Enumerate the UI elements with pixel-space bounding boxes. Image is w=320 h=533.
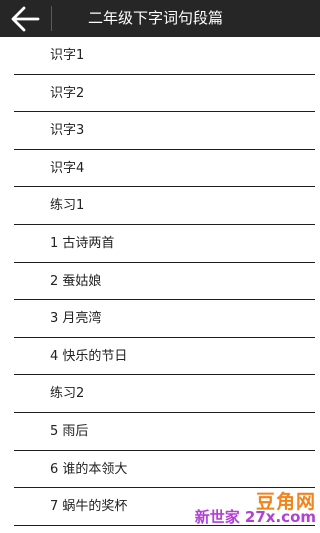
app-screen: 二年级下字词句段篇 识字1 识字2 识字3 识字4 练习1 1 古诗两首 2 蚕… bbox=[0, 0, 320, 533]
lesson-label: 练习1 bbox=[50, 198, 85, 214]
lesson-label: 4 快乐的节日 bbox=[50, 348, 128, 364]
lesson-item-shizi-2[interactable]: 识字2 bbox=[14, 75, 315, 113]
lesson-item-2[interactable]: 2 蚕姑娘 bbox=[14, 263, 315, 301]
lesson-item-4[interactable]: 4 快乐的节日 bbox=[14, 338, 315, 376]
lesson-item-3[interactable]: 3 月亮湾 bbox=[14, 300, 315, 338]
lesson-item-lianxi-2[interactable]: 练习2 bbox=[14, 375, 315, 413]
lesson-label: 6 谁的本领大 bbox=[50, 461, 128, 477]
lesson-label: 识字1 bbox=[50, 48, 85, 63]
lesson-label: 1 古诗两首 bbox=[50, 235, 115, 251]
lesson-label: 识字3 bbox=[50, 123, 85, 139]
header-divider bbox=[51, 6, 52, 31]
lesson-item-shizi-1[interactable]: 识字1 bbox=[14, 37, 315, 75]
lesson-item-5[interactable]: 5 雨后 bbox=[14, 413, 315, 451]
site-watermark: 豆角网 新世家 27x.com bbox=[156, 487, 316, 527]
lesson-label: 7 蜗牛的奖杯 bbox=[50, 499, 128, 515]
back-button[interactable] bbox=[6, 3, 44, 35]
page-title: 二年级下字词句段篇 bbox=[88, 9, 224, 27]
lesson-label: 练习2 bbox=[50, 386, 85, 402]
lesson-label: 识字2 bbox=[50, 85, 85, 101]
lesson-label: 识字4 bbox=[50, 160, 85, 176]
watermark-site: 新世家 27x.com bbox=[194, 508, 316, 526]
lesson-label: 2 蚕姑娘 bbox=[50, 273, 102, 289]
lesson-list: 识字1 识字2 识字3 识字4 练习1 1 古诗两首 2 蚕姑娘 3 月亮湾 4… bbox=[0, 37, 320, 526]
header-bar: 二年级下字词句段篇 bbox=[0, 0, 320, 37]
lesson-label: 5 雨后 bbox=[50, 423, 89, 439]
lesson-item-lianxi-1[interactable]: 练习1 bbox=[14, 187, 315, 225]
lesson-label: 3 月亮湾 bbox=[50, 311, 102, 327]
lesson-item-shizi-3[interactable]: 识字3 bbox=[14, 112, 315, 150]
lesson-item-shizi-4[interactable]: 识字4 bbox=[14, 150, 315, 188]
lesson-item-6[interactable]: 6 谁的本领大 bbox=[14, 451, 315, 489]
arrow-left-icon bbox=[11, 6, 40, 32]
lesson-item-1[interactable]: 1 古诗两首 bbox=[14, 225, 315, 263]
